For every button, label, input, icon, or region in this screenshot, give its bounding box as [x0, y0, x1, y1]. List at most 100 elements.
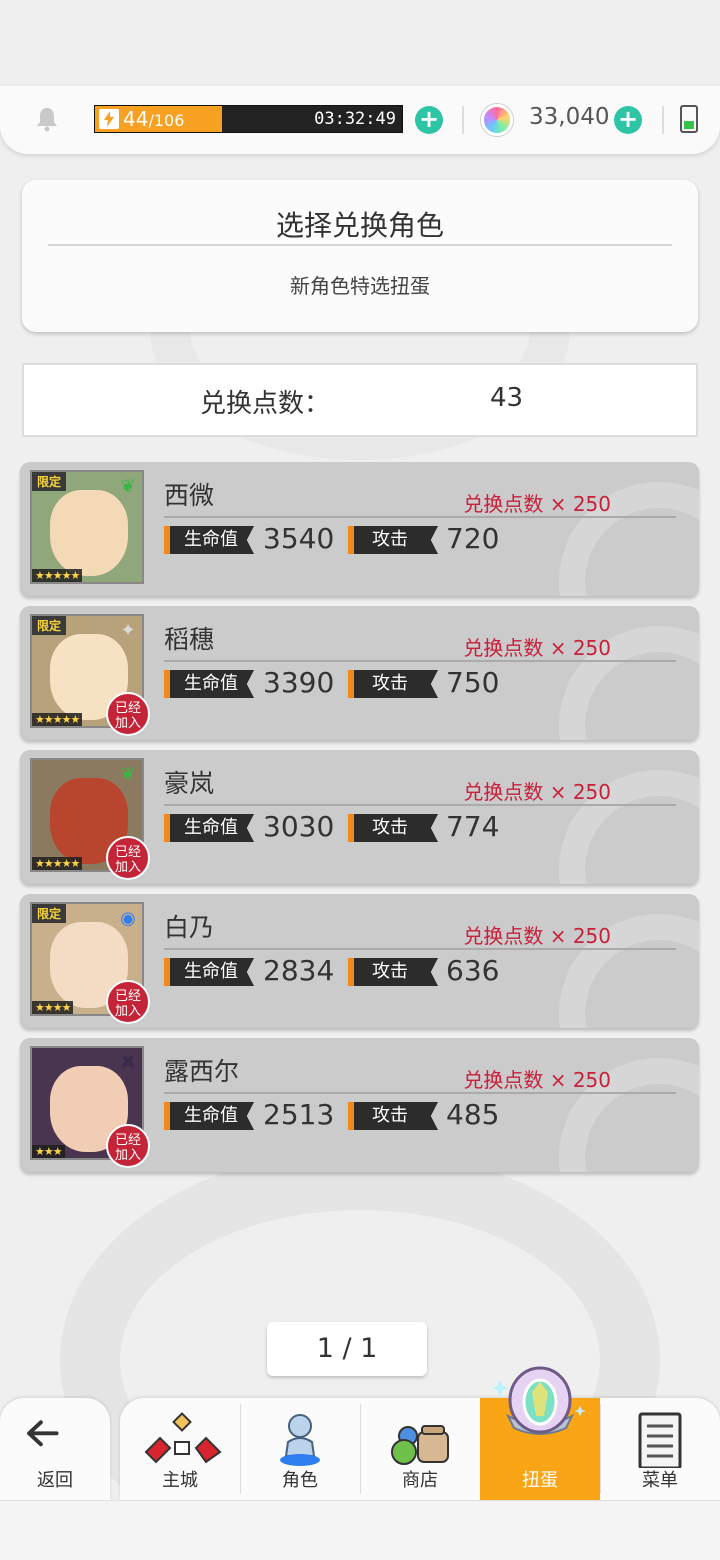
joined-badge-text: 已经 [114, 701, 141, 716]
bottom-nav: 主城 角色 商店 扭蛋 菜单 [120, 1398, 720, 1500]
rarity-stars: ★★★★★ [32, 713, 83, 726]
atk-label: 攻击 [348, 526, 438, 554]
sparkle-icon: ✦ [120, 620, 136, 641]
character-row[interactable]: 限定 ◉ ★★★★ 已经 加入 白乃 兑换点数 × 250 生命值 2834 攻击… [20, 894, 699, 1028]
leaf-icon: ❦ [120, 476, 136, 497]
hp-label: 生命值 [164, 1102, 254, 1130]
water-orb-icon: ◉ [120, 908, 136, 929]
status-bar: 44/106 03:32:49 + 33,040 + [0, 86, 720, 154]
bell-icon[interactable] [34, 106, 60, 132]
title-card: 选择兑换角色 新角色特选扭蛋 [22, 180, 698, 332]
menu-list-icon [638, 1412, 682, 1468]
castle-icon [144, 1412, 222, 1464]
hp-value: 2513 [263, 1098, 335, 1131]
character-name: 稻穗 [164, 625, 215, 654]
exchange-points-box: 兑换点数： 43 [22, 363, 698, 437]
joined-badge: 已经 加入 [106, 836, 150, 880]
lightning-icon [99, 109, 119, 129]
hp-label: 生命值 [164, 670, 254, 698]
gem-icon [481, 104, 513, 136]
nav-item-castle[interactable]: 主城 [120, 1398, 240, 1500]
nav-label-shop: 商店 [402, 1470, 438, 1491]
atk-label: 攻击 [348, 814, 438, 842]
energy-bar: 44/106 03:32:49 [94, 105, 403, 133]
character-name: 露西尔 [164, 1057, 240, 1086]
nav-label-castle: 主城 [162, 1470, 198, 1491]
joined-badge-text: 加入 [114, 1148, 141, 1163]
exchange-points-value: 43 [490, 383, 524, 413]
dark-star-icon: ✖ [120, 1052, 136, 1073]
hp-value: 3540 [263, 522, 335, 555]
rarity-stars: ★★★★★ [32, 857, 83, 870]
character-row[interactable]: ✖ ★★★ 已经 加入 露西尔 兑换点数 × 250 生命值 2513 攻击 48… [20, 1038, 699, 1172]
nav-label-menu: 菜单 [642, 1470, 678, 1491]
divider [48, 244, 672, 246]
character-row[interactable]: 限定 ❦ ★★★★★ 西微 兑换点数 × 250 生命值 3540 攻击 720 [20, 462, 699, 596]
system-bar [0, 1500, 720, 1560]
joined-badge-text: 已经 [114, 989, 141, 1004]
character-icon [280, 1414, 320, 1466]
hp-label: 生命值 [164, 814, 254, 842]
joined-badge-text: 已经 [114, 1133, 141, 1148]
joined-badge: 已经 加入 [106, 1124, 150, 1168]
atk-label: 攻击 [348, 1102, 438, 1130]
limited-tag: 限定 [32, 616, 67, 635]
character-name: 白乃 [164, 913, 215, 942]
exchange-cost: 兑换点数 × 250 [463, 780, 611, 804]
atk-label: 攻击 [348, 670, 438, 698]
joined-badge: 已经 加入 [106, 980, 150, 1024]
divider [662, 106, 664, 134]
character-row[interactable]: ❦ ★★★★★ 已经 加入 豪岚 兑换点数 × 250 生命值 3030 攻击 7… [20, 750, 699, 884]
limited-tag: 限定 [32, 472, 67, 491]
page-indicator: 1 / 1 [267, 1322, 427, 1376]
hp-value: 3030 [263, 810, 335, 843]
arrow-left-icon [27, 1420, 59, 1447]
exchange-cost: 兑换点数 × 250 [463, 1068, 611, 1092]
page-subtitle: 新角色特选扭蛋 [290, 274, 430, 298]
leaf-icon: ❦ [120, 764, 136, 785]
atk-label: 攻击 [348, 958, 438, 986]
hp-label: 生命值 [164, 526, 254, 554]
atk-value: 720 [446, 522, 500, 555]
energy-count: 44/106 [123, 107, 185, 131]
nav-item-character[interactable]: 角色 [240, 1398, 360, 1500]
nav-label-character: 角色 [282, 1470, 318, 1491]
nav-label-gacha: 扭蛋 [522, 1470, 558, 1491]
shop-icon [391, 1425, 449, 1465]
rarity-stars: ★★★ [32, 1145, 65, 1158]
battery-icon [680, 105, 698, 133]
back-label: 返回 [37, 1470, 73, 1491]
add-gems-button[interactable]: + [614, 106, 642, 134]
add-energy-button[interactable]: + [415, 106, 443, 134]
atk-value: 774 [446, 810, 500, 843]
joined-badge-text: 已经 [114, 845, 141, 860]
exchange-cost: 兑换点数 × 250 [463, 492, 611, 516]
gems-count: 33,040 [529, 104, 610, 130]
joined-badge-text: 加入 [114, 716, 141, 731]
joined-badge-text: 加入 [114, 860, 141, 875]
atk-value: 750 [446, 666, 500, 699]
exchange-points-label: 兑换点数： [200, 389, 331, 419]
limited-tag: 限定 [32, 904, 67, 923]
rarity-stars: ★★★★ [32, 1001, 74, 1014]
atk-value: 485 [446, 1098, 500, 1131]
energy-timer: 03:32:49 [314, 109, 396, 129]
hp-value: 3390 [263, 666, 335, 699]
rarity-stars: ★★★★★ [32, 569, 83, 582]
hp-label: 生命值 [164, 958, 254, 986]
back-button[interactable]: 返回 [0, 1398, 110, 1500]
portrait-face [50, 490, 128, 576]
joined-badge-text: 加入 [114, 1004, 141, 1019]
character-name: 豪岚 [164, 769, 215, 798]
nav-item-menu[interactable]: 菜单 [600, 1398, 720, 1500]
character-row[interactable]: 限定 ✦ ★★★★★ 已经 加入 稻穗 兑换点数 × 250 生命值 3390 攻… [20, 606, 699, 740]
gacha-icon [492, 1366, 586, 1435]
page-title: 选择兑换角色 [275, 209, 444, 242]
nav-item-shop[interactable]: 商店 [360, 1398, 480, 1500]
atk-value: 636 [446, 954, 500, 987]
exchange-cost: 兑换点数 × 250 [463, 924, 611, 948]
exchange-cost: 兑换点数 × 250 [463, 636, 611, 660]
divider [462, 106, 464, 134]
character-portrait: 限定 ❦ ★★★★★ [30, 470, 144, 584]
hp-value: 2834 [263, 954, 335, 987]
